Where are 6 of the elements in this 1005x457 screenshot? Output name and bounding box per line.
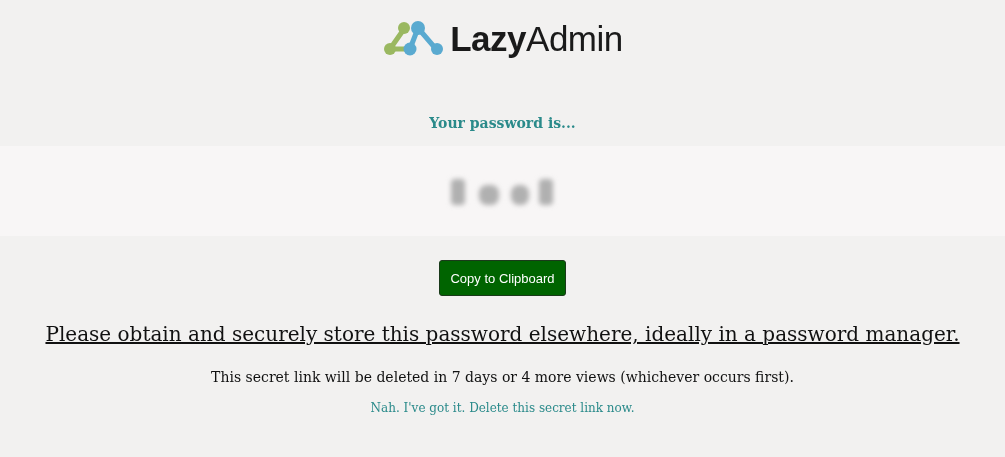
delete-link[interactable]: Nah. I've got it. Delete this secret link now. (370, 401, 635, 415)
password-label: Your password is... (429, 115, 576, 133)
copy-button[interactable]: Copy to Clipboard (439, 260, 566, 296)
expiry-note: This secret link will be deleted in 7 days or 4 more views (whichever occurs first). (211, 369, 794, 385)
warning-text: Please obtain and securely store this password elsewhere, ideally in a password manager. (45, 322, 960, 346)
logo-text: LazyAdmin (450, 19, 623, 59)
